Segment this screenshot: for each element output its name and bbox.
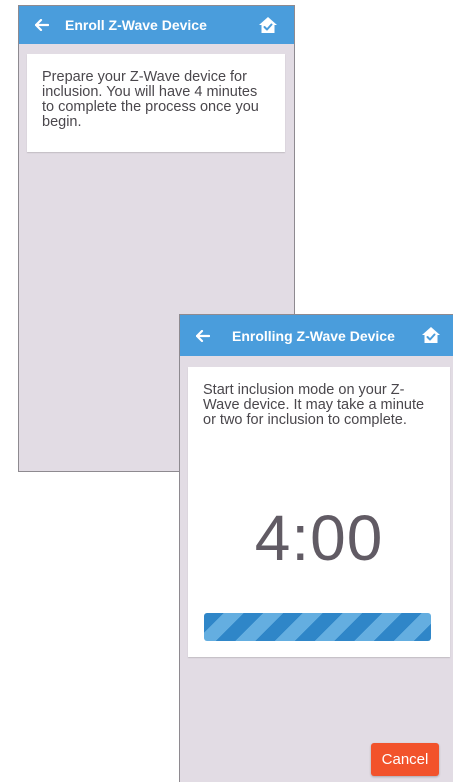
- enroll-title: Enroll Z-Wave Device: [65, 17, 207, 33]
- enroll-instructions-text: Prepare your Z-Wave device for inclusion…: [42, 69, 259, 130]
- enrolling-screen: Enrolling Z-Wave Device Start inclusion …: [179, 314, 453, 782]
- home-check-icon[interactable]: [421, 325, 441, 345]
- enroll-app-bar: Enroll Z-Wave Device: [19, 6, 294, 44]
- cancel-button[interactable]: Cancel: [371, 743, 439, 776]
- inclusion-progress-bar: [204, 613, 431, 641]
- enrolling-title: Enrolling Z-Wave Device: [232, 327, 395, 344]
- inclusion-instructions-text: Start inclusion mode on your Z-Wave devi…: [203, 382, 425, 428]
- inclusion-card: Start inclusion mode on your Z-Wave devi…: [188, 367, 450, 657]
- countdown-timer: 4:00: [254, 502, 384, 574]
- progress-fill: [204, 613, 431, 641]
- enrolling-app-bar: Enrolling Z-Wave Device: [180, 315, 453, 356]
- arrow-left-icon[interactable]: [194, 327, 212, 345]
- home-check-icon[interactable]: [258, 15, 278, 35]
- enroll-instructions-card: Prepare your Z-Wave device for inclusion…: [27, 54, 285, 152]
- arrow-left-icon[interactable]: [33, 16, 51, 34]
